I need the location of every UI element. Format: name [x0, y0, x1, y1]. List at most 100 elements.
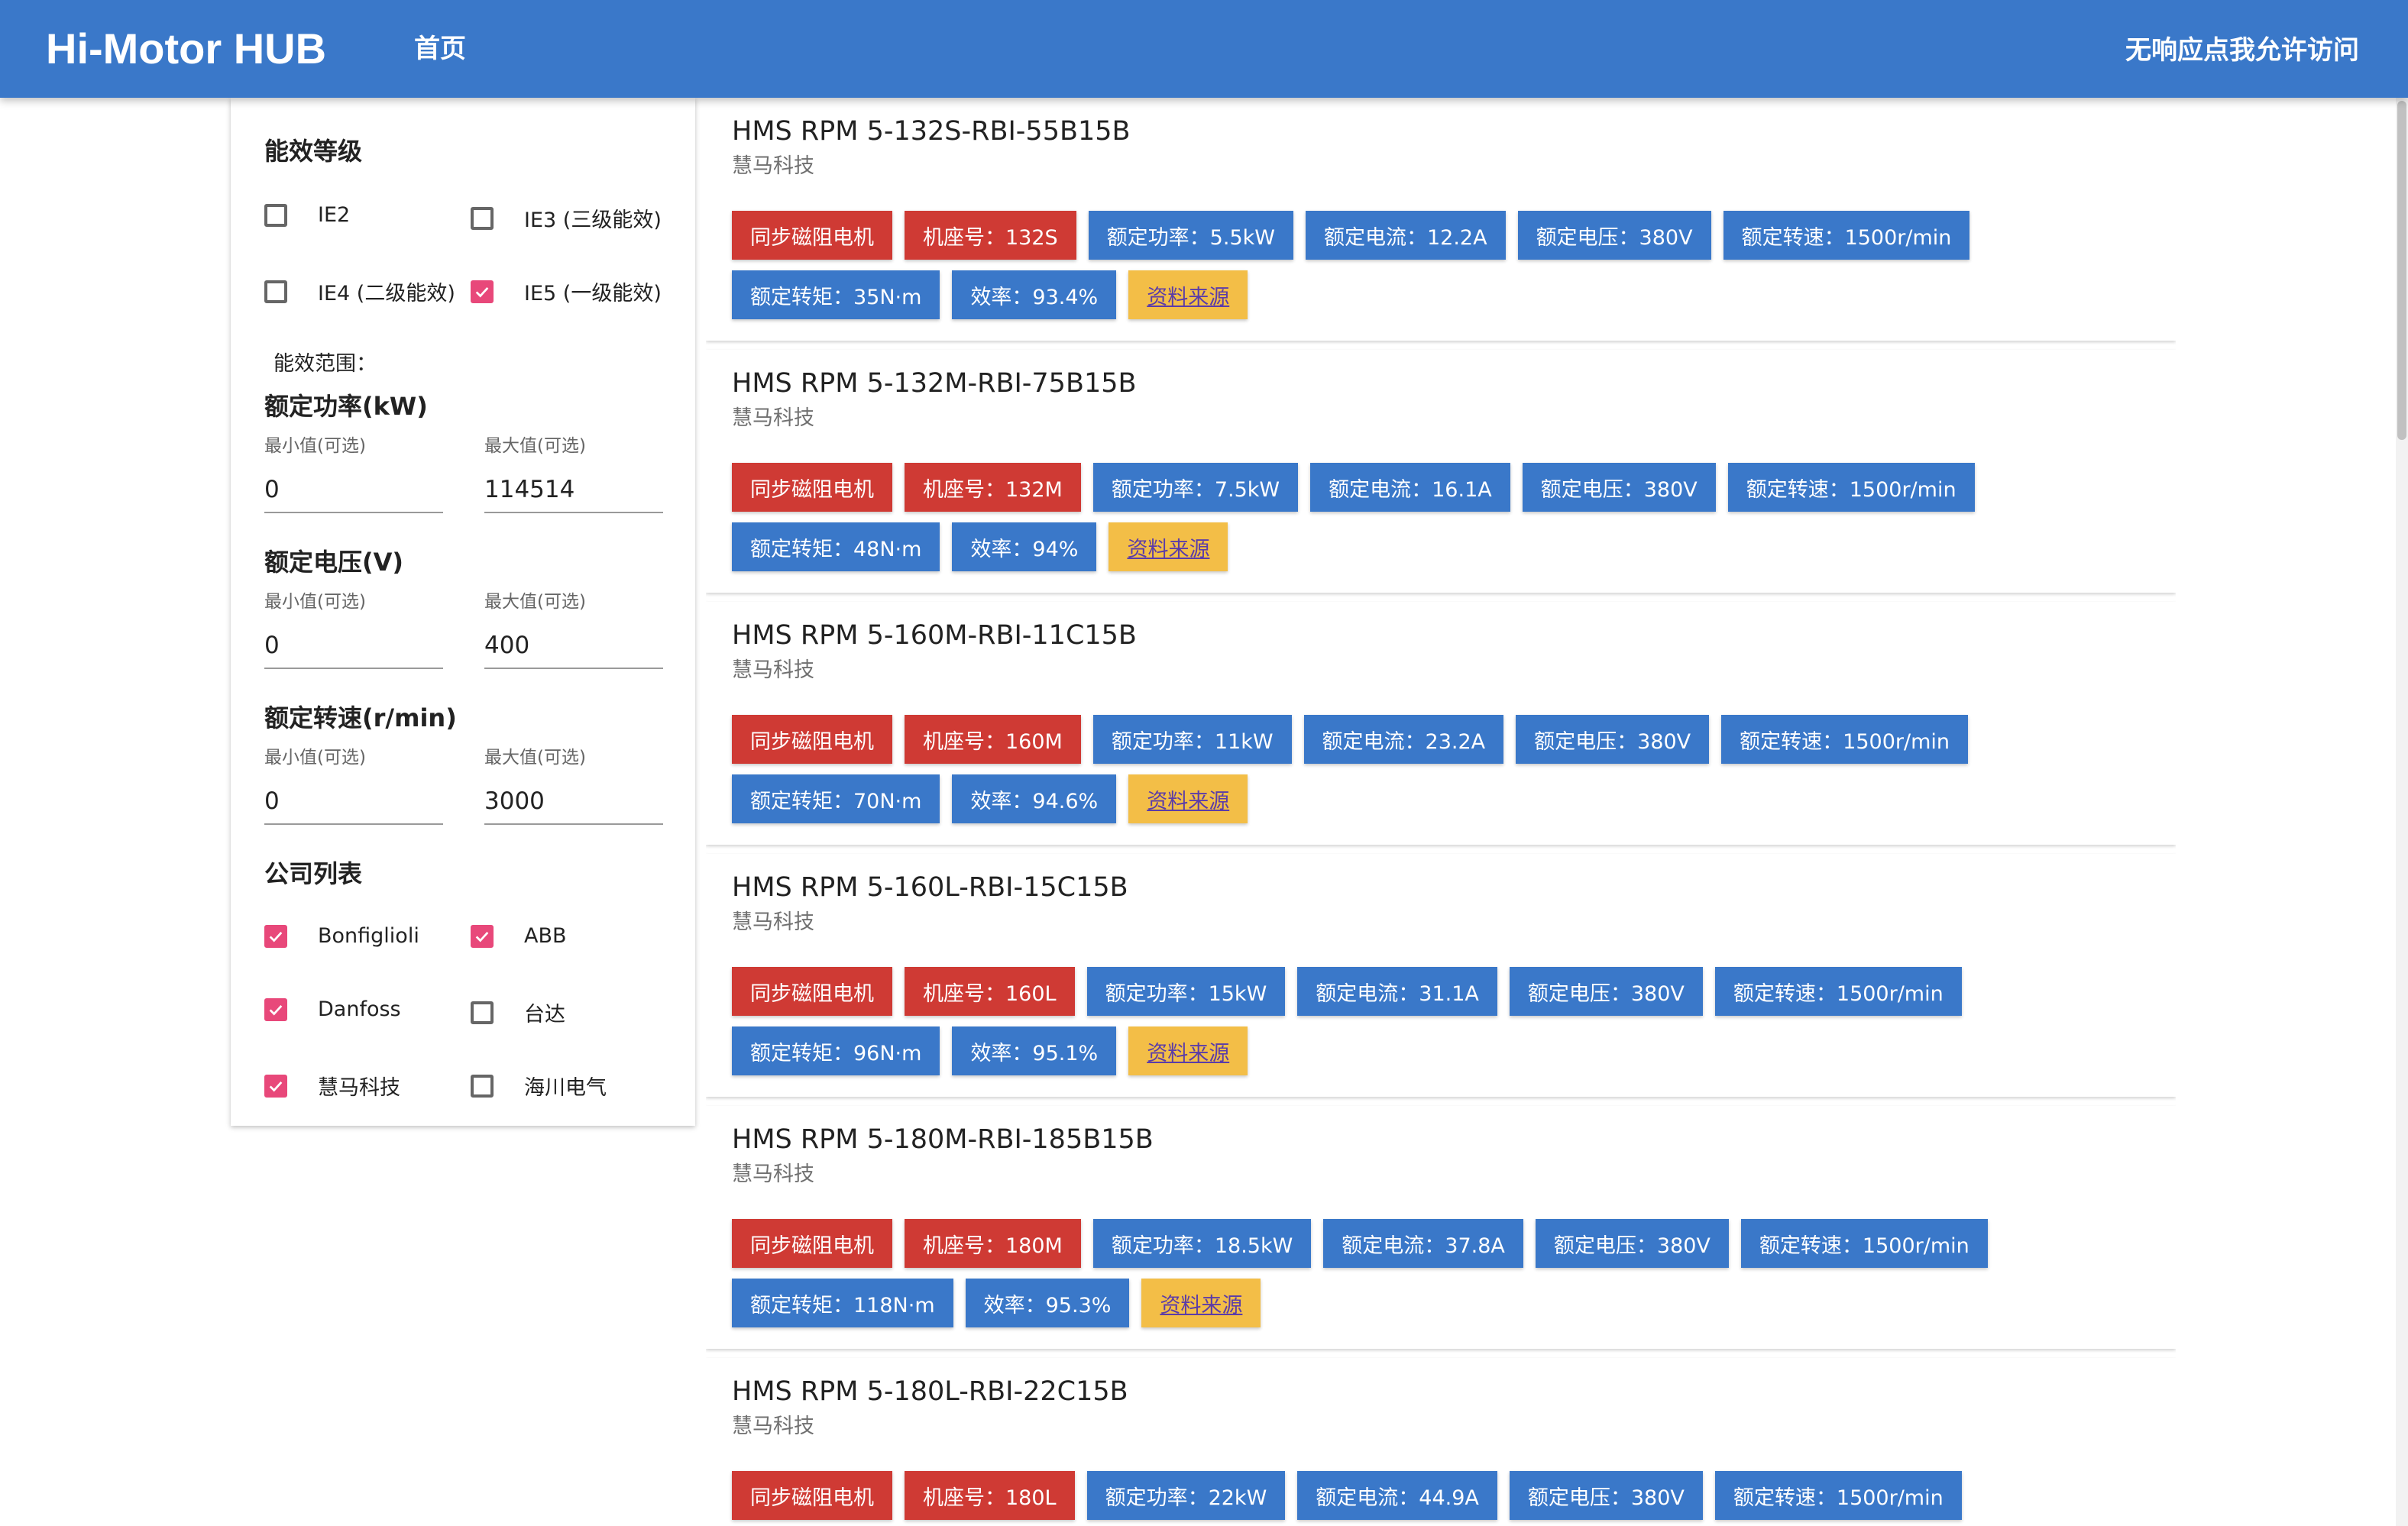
motor-company: 慧马科技 — [732, 154, 814, 178]
checkbox-checked[interactable] — [264, 997, 287, 1021]
motor-title[interactable]: HMS RPM 5-160L-RBI-15C15B — [732, 869, 1128, 906]
motor-card[interactable]: HMS RPM 5-180L-RBI-22C15B 慧马科技 同步磁阻电机 机座… — [706, 1358, 2176, 1526]
efficiency-option-ie5[interactable]: IE5 (一级能效) — [471, 276, 662, 306]
company-option-huima[interactable]: 慧马科技 — [264, 1071, 400, 1101]
rated-power-chip: 额定功率：11kW — [1092, 715, 1292, 764]
efficiency-chip: 效率：94.6% — [952, 774, 1117, 823]
motor-type-chip: 同步磁阻电机 — [732, 1219, 892, 1268]
checkbox[interactable] — [471, 1074, 494, 1098]
checkbox-checked[interactable] — [471, 280, 494, 303]
check-icon — [269, 1081, 283, 1091]
voltage-min-label: 最小值(可选) — [264, 592, 366, 612]
checkbox-label: 台达 — [524, 1003, 565, 1026]
range-note: 能效范围： — [273, 352, 377, 376]
source-link[interactable]: 资料来源 — [1109, 522, 1228, 571]
checkbox-checked[interactable] — [264, 924, 287, 948]
voltage-max-input[interactable] — [484, 623, 663, 669]
company-heading: 公司列表 — [264, 859, 363, 888]
motor-title[interactable]: HMS RPM 5-160M-RBI-11C15B — [732, 617, 1137, 654]
rated-voltage-chip: 额定电压：380V — [1516, 715, 1710, 764]
voltage-heading: 额定电压(V) — [264, 548, 404, 577]
rated-speed-chip: 额定转速：1500r/min — [1740, 1219, 1988, 1268]
checkbox-label: IE4 (二级能效) — [318, 282, 455, 306]
checkbox-label: 海川电气 — [524, 1076, 607, 1100]
motor-card[interactable]: HMS RPM 5-132S-RBI-55B15B 慧马科技 同步磁阻电机 机座… — [706, 98, 2176, 341]
checkbox[interactable] — [471, 206, 494, 230]
motor-card[interactable]: HMS RPM 5-132M-RBI-75B15B 慧马科技 同步磁阻电机 机座… — [706, 350, 2176, 593]
checkbox-label: Danfoss — [318, 997, 401, 1021]
checkbox-checked[interactable] — [264, 1074, 287, 1098]
efficiency-chip: 效率：94% — [952, 522, 1097, 571]
rated-voltage-chip: 额定电压：380V — [1522, 463, 1716, 512]
rated-torque-chip: 额定转矩：35N·m — [732, 270, 940, 319]
source-link[interactable]: 资料来源 — [1128, 1026, 1248, 1075]
nav-home-link[interactable]: 首页 — [414, 27, 466, 70]
rated-speed-chip: 额定转速：1500r/min — [1714, 1471, 1962, 1520]
motor-title[interactable]: HMS RPM 5-180L-RBI-22C15B — [732, 1373, 1128, 1410]
source-link[interactable]: 资料来源 — [1128, 270, 1248, 319]
frame-chip: 机座号：180L — [905, 1471, 1075, 1520]
checkbox[interactable] — [264, 203, 287, 227]
motor-card[interactable]: HMS RPM 5-180M-RBI-185B15B 慧马科技 同步磁阻电机 机… — [706, 1106, 2176, 1349]
company-option-haichuan[interactable]: 海川电气 — [471, 1071, 607, 1101]
app-bar: Hi-Motor HUB 首页 无响应点我允许访问 — [0, 0, 2408, 98]
check-icon — [475, 931, 489, 942]
efficiency-heading: 能效等级 — [264, 137, 363, 166]
motor-title[interactable]: HMS RPM 5-132S-RBI-55B15B — [732, 113, 1131, 150]
app-title[interactable]: Hi-Motor HUB — [46, 20, 326, 78]
company-option-bonfiglioli[interactable]: Bonfiglioli — [264, 924, 419, 948]
checkbox-label: IE2 — [318, 203, 351, 227]
checkbox[interactable] — [471, 1001, 494, 1024]
results-list: HMS RPM 5-132S-RBI-55B15B 慧马科技 同步磁阻电机 机座… — [706, 98, 2176, 1526]
speed-min-label: 最小值(可选) — [264, 748, 366, 768]
voltage-max-label: 最大值(可选) — [484, 592, 586, 612]
source-link[interactable]: 资料来源 — [1141, 1279, 1261, 1327]
rated-power-chip: 额定功率：18.5kW — [1092, 1219, 1312, 1268]
motor-title[interactable]: HMS RPM 5-180M-RBI-185B15B — [732, 1121, 1154, 1158]
rated-current-chip: 额定电流：44.9A — [1297, 1471, 1497, 1520]
power-min-input[interactable] — [264, 467, 443, 513]
motor-title[interactable]: HMS RPM 5-132M-RBI-75B15B — [732, 365, 1137, 402]
motor-type-chip: 同步磁阻电机 — [732, 715, 892, 764]
company-option-danfoss[interactable]: Danfoss — [264, 997, 401, 1021]
rated-speed-chip: 额定转速：1500r/min — [1723, 211, 1970, 260]
motor-type-chip: 同步磁阻电机 — [732, 1471, 892, 1520]
efficiency-option-ie3[interactable]: IE3 (三级能效) — [471, 203, 662, 233]
frame-chip: 机座号：180M — [905, 1219, 1081, 1268]
rated-power-chip: 额定功率：7.5kW — [1092, 463, 1299, 512]
efficiency-option-ie4[interactable]: IE4 (二级能效) — [264, 276, 455, 306]
efficiency-option-ie2[interactable]: IE2 — [264, 203, 350, 227]
speed-max-input[interactable] — [484, 779, 663, 825]
check-icon — [269, 931, 283, 942]
rated-torque-chip: 额定转矩：70N·m — [732, 774, 940, 823]
speed-max-label: 最大值(可选) — [484, 748, 586, 768]
rated-voltage-chip: 额定电压：380V — [1509, 1471, 1703, 1520]
company-option-delta[interactable]: 台达 — [471, 997, 565, 1027]
allow-access-link[interactable]: 无响应点我允许访问 — [2125, 29, 2359, 72]
motor-card[interactable]: HMS RPM 5-160M-RBI-11C15B 慧马科技 同步磁阻电机 机座… — [706, 602, 2176, 845]
rated-power-chip: 额定功率：22kW — [1086, 1471, 1286, 1520]
power-max-input[interactable] — [484, 467, 663, 513]
rated-power-chip: 额定功率：5.5kW — [1088, 211, 1293, 260]
checkbox-checked[interactable] — [471, 924, 494, 948]
motor-company: 慧马科技 — [732, 406, 814, 430]
power-max-label: 最大值(可选) — [484, 436, 586, 456]
source-link[interactable]: 资料来源 — [1128, 774, 1248, 823]
motor-card[interactable]: HMS RPM 5-160L-RBI-15C15B 慧马科技 同步磁阻电机 机座… — [706, 854, 2176, 1097]
motor-type-chip: 同步磁阻电机 — [732, 211, 892, 260]
checkbox[interactable] — [264, 280, 287, 303]
speed-min-input[interactable] — [264, 779, 443, 825]
rated-current-chip: 额定电流：37.8A — [1323, 1219, 1523, 1268]
check-icon — [269, 1004, 283, 1015]
rated-speed-chip: 额定转速：1500r/min — [1721, 715, 1968, 764]
checkbox-label: Bonfiglioli — [318, 924, 419, 948]
power-heading: 额定功率(kW) — [264, 392, 428, 421]
motor-company: 慧马科技 — [732, 1162, 814, 1186]
speed-heading: 额定转速(r/min) — [264, 703, 457, 732]
frame-chip: 机座号：132S — [905, 211, 1076, 260]
voltage-min-input[interactable] — [264, 623, 443, 669]
efficiency-chip: 效率：95.3% — [965, 1279, 1130, 1327]
scrollbar-thumb[interactable] — [2397, 101, 2406, 440]
checkbox-label: IE3 (三级能效) — [524, 209, 662, 232]
company-option-abb[interactable]: ABB — [471, 924, 567, 948]
